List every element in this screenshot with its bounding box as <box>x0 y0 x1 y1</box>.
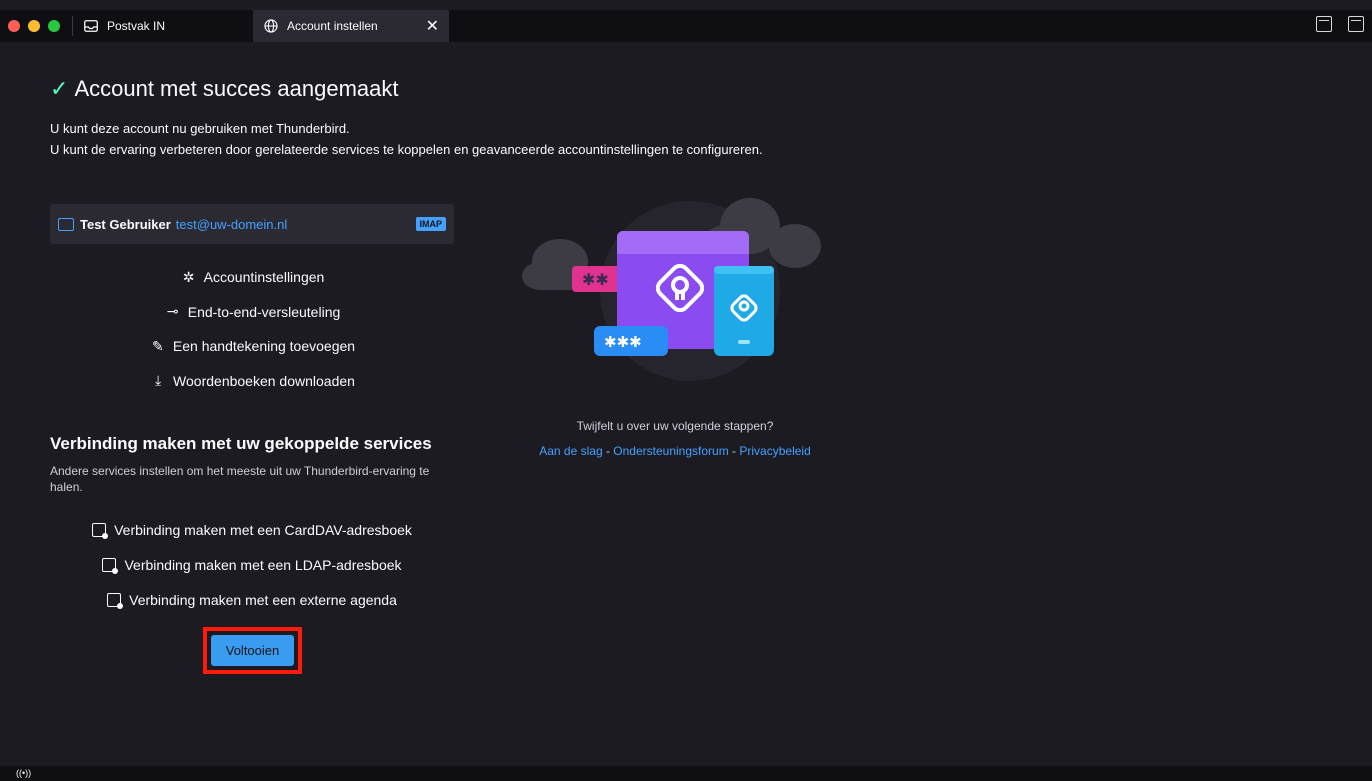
tab-bar: Postvak IN Account instellen ✕ <box>0 10 1372 42</box>
help-links: Aan de slag - Ondersteuningsforum - Priv… <box>490 444 860 458</box>
download-dictionaries-label: Woordenboeken downloaden <box>173 372 355 389</box>
account-email: test@uw-domein.nl <box>175 216 288 232</box>
connect-carddav-label: Verbinding maken met een CardDAV-adresbo… <box>114 521 412 538</box>
close-tab-icon[interactable]: ✕ <box>426 16 439 36</box>
intro-line-1: U kunt deze account nu gebruiken met Thu… <box>50 121 350 136</box>
close-window-button[interactable] <box>8 20 20 32</box>
tab-account-setup[interactable]: Account instellen ✕ <box>253 10 449 42</box>
connect-carddav-link[interactable]: Verbinding maken met een CardDAV-adresbo… <box>50 512 454 547</box>
mail-account-icon <box>58 217 74 231</box>
intro-line-2: U kunt de ervaring verbeteren door gerel… <box>50 142 763 157</box>
services-description: Andere services instellen om het meeste … <box>50 464 430 494</box>
services-list: Verbinding maken met een CardDAV-adresbo… <box>50 512 454 617</box>
intro-text: U kunt deze account nu gebruiken met Thu… <box>50 118 763 160</box>
tab-inbox[interactable]: Postvak IN <box>73 10 253 42</box>
services-title: Verbinding maken met uw gekoppelde servi… <box>50 434 432 453</box>
account-card: Test Gebruiker test@uw-domein.nl IMAP <box>50 204 454 244</box>
address-book-icon <box>102 557 119 574</box>
online-status-icon[interactable]: ((•)) <box>16 768 31 778</box>
calendar-icon[interactable] <box>1316 16 1332 32</box>
e2ee-label: End-to-end-versleuteling <box>187 303 341 320</box>
account-type-badge: IMAP <box>415 217 446 231</box>
status-bar: ((•)) <box>0 766 1372 781</box>
tab-account-setup-label: Account instellen <box>287 19 378 33</box>
svg-text:✱✱✱: ✱✱✱ <box>604 333 642 351</box>
privacy-policy-link[interactable]: Privacybeleid <box>739 444 810 458</box>
e2ee-link[interactable]: ⊸ End-to-end-versleuteling <box>50 295 454 330</box>
key-icon: ⊸ <box>166 303 179 320</box>
add-signature-label: Een handtekening toevoegen <box>172 338 356 355</box>
add-signature-link[interactable]: ✎ Een handtekening toevoegen <box>50 329 454 364</box>
connect-calendar-label: Verbinding maken met een externe agenda <box>129 591 397 608</box>
page-header: ✓ Account met succes aangemaakt <box>50 76 399 102</box>
tasks-icon[interactable] <box>1348 16 1364 32</box>
address-book-icon <box>92 522 109 539</box>
account-illustration: ✱✱ ✱✱✱ <box>522 198 821 381</box>
pen-icon: ✎ <box>152 337 164 354</box>
globe-icon <box>263 18 279 34</box>
zoom-window-button[interactable] <box>48 20 60 32</box>
finish-button[interactable]: Voltooien <box>211 635 294 666</box>
account-name: Test Gebruiker <box>80 216 171 232</box>
help-separator-2: - <box>728 444 740 458</box>
gear-icon: ✲ <box>182 268 195 285</box>
connect-calendar-link[interactable]: Verbinding maken met een externe agenda <box>50 582 454 617</box>
svg-text:✱✱: ✱✱ <box>582 270 609 289</box>
window-controls <box>8 20 60 32</box>
page-title: Account met succes aangemaakt <box>74 76 399 101</box>
help-separator-1: - <box>602 444 614 458</box>
account-settings-link[interactable]: ✲ Accountinstellingen <box>50 260 454 295</box>
account-setup-page: ✓ Account met succes aangemaakt U kunt d… <box>8 42 1372 766</box>
support-forum-link[interactable]: Ondersteuningsforum <box>613 444 728 458</box>
account-settings-label: Accountinstellingen <box>203 269 325 286</box>
toolbar-right <box>1316 16 1364 32</box>
download-dictionaries-link[interactable]: ⤓ Woordenboeken downloaden <box>50 364 454 399</box>
connect-ldap-label: Verbinding maken met een LDAP-adresboek <box>124 556 402 573</box>
download-icon: ⤓ <box>154 372 162 389</box>
help-question: Twijfelt u over uw volgende stappen? <box>576 419 774 433</box>
tab-inbox-label: Postvak IN <box>107 19 166 33</box>
get-started-link[interactable]: Aan de slag <box>539 444 602 458</box>
settings-links: ✲ Accountinstellingen ⊸ End-to-end-versl… <box>50 260 454 398</box>
minimize-window-button[interactable] <box>28 20 40 32</box>
calendar-icon <box>107 592 124 609</box>
inbox-icon <box>83 18 99 34</box>
connect-ldap-link[interactable]: Verbinding maken met een LDAP-adresboek <box>50 547 454 582</box>
success-check-icon: ✓ <box>50 76 69 101</box>
